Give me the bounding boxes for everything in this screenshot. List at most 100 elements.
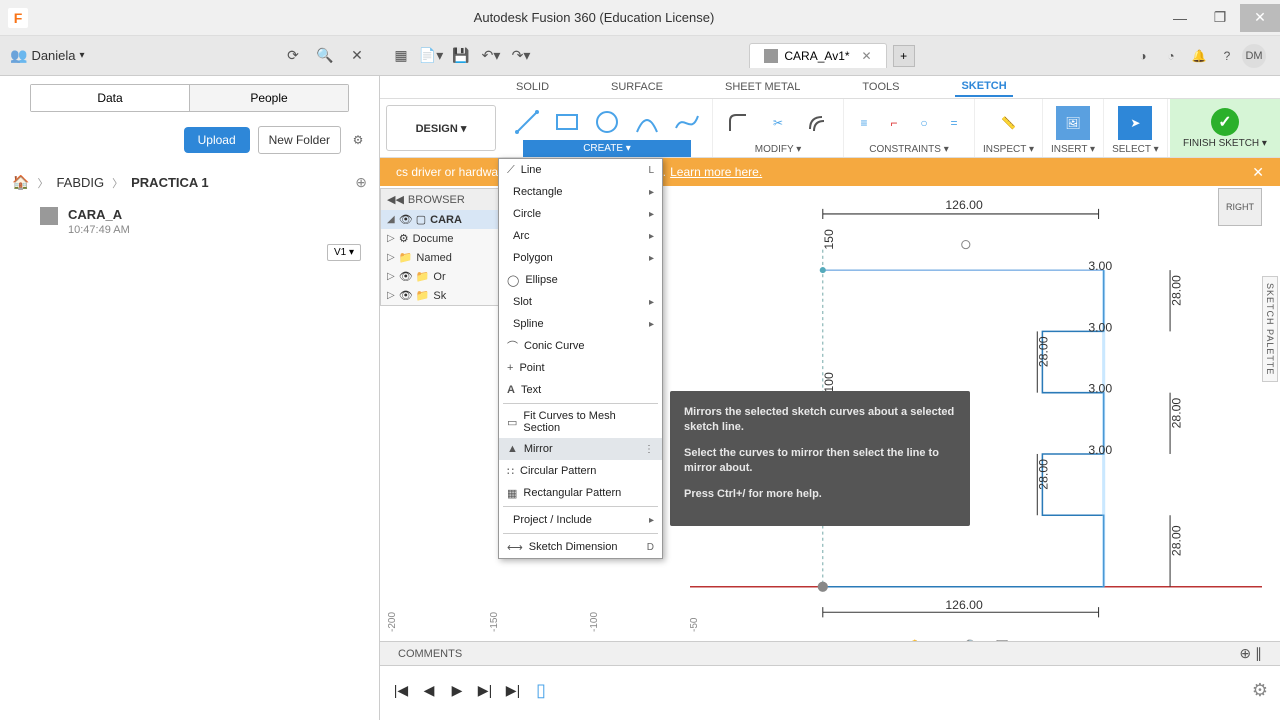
ruler: -200 -150 -100 -50: [380, 608, 1280, 632]
tangent-constraint-icon[interactable]: ○: [912, 111, 936, 135]
comments-bar[interactable]: COMMENTS ⊕ ∥: [380, 641, 1280, 666]
rectangle-tool-icon[interactable]: [550, 105, 584, 139]
help-icon[interactable]: ?: [1214, 43, 1240, 69]
minimize-button[interactable]: —: [1160, 4, 1200, 32]
menu-project-include[interactable]: Project / Include▸: [499, 509, 662, 531]
undo-icon[interactable]: ↶▾: [478, 43, 504, 69]
fillet-tool-icon[interactable]: [721, 106, 755, 140]
tab-tools[interactable]: TOOLS: [856, 78, 905, 96]
arc-tool-icon[interactable]: [630, 105, 664, 139]
menu-arc[interactable]: Arc▸: [499, 225, 662, 247]
comments-label: COMMENTS: [398, 648, 462, 660]
refresh-icon[interactable]: ⟳: [280, 43, 306, 69]
seg-people[interactable]: People: [189, 85, 348, 111]
timeline-settings-icon[interactable]: ⚙: [1252, 680, 1268, 701]
close-button[interactable]: ✕: [1240, 4, 1280, 32]
menu-polygon[interactable]: Polygon▸: [499, 247, 662, 269]
upload-button[interactable]: Upload: [184, 127, 250, 153]
equal-constraint-icon[interactable]: =: [942, 111, 966, 135]
breadcrumb-lvl2[interactable]: PRACTICA 1: [131, 175, 209, 190]
browser-item[interactable]: ▷ 👁 📁 Sk: [381, 286, 499, 305]
constraints-label[interactable]: CONSTRAINTS ▾: [869, 142, 948, 157]
grid-icon[interactable]: ▦: [388, 43, 414, 69]
menu-point[interactable]: +Point: [499, 357, 662, 379]
sketch-palette-tab[interactable]: SKETCH PALETTE: [1262, 276, 1278, 382]
browser-root[interactable]: ◢👁 ▢ CARA: [381, 210, 499, 229]
tab-solid[interactable]: SOLID: [510, 78, 555, 96]
file-time: 10:47:49 AM: [68, 224, 130, 236]
measure-tool-icon[interactable]: 📏: [991, 106, 1025, 140]
doc-tab[interactable]: CARA_Av1* ✕: [749, 43, 886, 68]
browser-header[interactable]: ◀◀ BROWSER: [381, 189, 499, 210]
menu-ellipse[interactable]: ◯Ellipse: [499, 269, 662, 291]
menu-spline[interactable]: Spline▸: [499, 313, 662, 335]
extensions-icon[interactable]: ◑: [1130, 43, 1156, 69]
file-item[interactable]: CARA_A 10:47:49 AM: [0, 199, 379, 244]
job-status-icon[interactable]: ◔: [1158, 43, 1184, 69]
data-panel: Data People Upload New Folder ⚙ 🏠 〉 FABD…: [0, 76, 380, 720]
trim-tool-icon[interactable]: ✂: [761, 106, 795, 140]
finish-sketch-button[interactable]: ✓ FINISH SKETCH ▾: [1170, 99, 1280, 157]
breadcrumb-lvl1[interactable]: FABDIG: [56, 175, 104, 190]
create-label[interactable]: CREATE ▾: [523, 140, 691, 157]
share-icon[interactable]: ⊕: [355, 174, 367, 191]
menu-mirror[interactable]: ▲Mirror⋮: [499, 438, 662, 460]
seg-data[interactable]: Data: [31, 85, 189, 111]
menu-circle[interactable]: Circle▸: [499, 203, 662, 225]
menu-conic[interactable]: ⌒Conic Curve: [499, 335, 662, 357]
search-icon[interactable]: 🔍: [312, 43, 338, 69]
tab-sketch[interactable]: SKETCH: [955, 77, 1012, 97]
canvas-area[interactable]: SOLID SURFACE SHEET METAL TOOLS SKETCH D…: [380, 76, 1280, 720]
browser-item[interactable]: ▷ 👁 📁 Or: [381, 267, 499, 286]
menu-sketch-dimension[interactable]: ⟷Sketch DimensionD: [499, 536, 662, 558]
offset-tool-icon[interactable]: [801, 106, 835, 140]
panel-settings-icon[interactable]: ⚙: [349, 131, 367, 149]
menu-slot[interactable]: Slot▸: [499, 291, 662, 313]
version-badge[interactable]: V1 ▾: [327, 244, 361, 261]
tab-surface[interactable]: SURFACE: [605, 78, 669, 96]
doc-tab-close-icon[interactable]: ✕: [862, 49, 872, 63]
team-dropdown[interactable]: Daniela ▾: [10, 47, 85, 64]
insert-image-icon[interactable]: 🖼: [1056, 106, 1090, 140]
modify-label[interactable]: MODIFY ▾: [755, 142, 802, 157]
user-avatar[interactable]: DM: [1242, 44, 1266, 68]
browser-item[interactable]: ▷ ⚙ Docume: [381, 229, 499, 248]
browser-item[interactable]: ▷ 📁 Named: [381, 248, 499, 267]
select-tool-icon[interactable]: ➤: [1118, 106, 1152, 140]
home-icon[interactable]: 🏠: [12, 174, 29, 191]
inspect-label[interactable]: INSPECT ▾: [983, 142, 1034, 157]
notifications-icon[interactable]: 🔔: [1186, 43, 1212, 69]
warning-close-icon[interactable]: ✕: [1252, 164, 1264, 181]
line-tool-icon[interactable]: [510, 105, 544, 139]
spline-tool-icon[interactable]: [670, 105, 704, 139]
timeline-prev-icon[interactable]: ◀: [420, 681, 438, 699]
redo-icon[interactable]: ↷▾: [508, 43, 534, 69]
menu-line[interactable]: ⟋LineL: [499, 159, 662, 181]
select-label[interactable]: SELECT ▾: [1112, 142, 1159, 157]
panel-close-icon[interactable]: ✕: [344, 43, 370, 69]
save-icon[interactable]: 💾: [448, 43, 474, 69]
warning-link[interactable]: Learn more here.: [670, 165, 762, 179]
menu-text[interactable]: AText: [499, 379, 662, 401]
insert-label[interactable]: INSERT ▾: [1051, 142, 1095, 157]
timeline-feature-icon[interactable]: ▯: [532, 681, 550, 699]
timeline-next-icon[interactable]: ▶|: [476, 681, 494, 699]
timeline-first-icon[interactable]: |◀: [392, 681, 410, 699]
perpendicular-constraint-icon[interactable]: ⌐: [882, 111, 906, 135]
file-menu-icon[interactable]: 📄▾: [418, 43, 444, 69]
new-folder-button[interactable]: New Folder: [258, 126, 341, 154]
toolbar-row: Daniela ▾ ⟳ 🔍 ✕ ▦ 📄▾ 💾 ↶▾ ↷▾ CARA_Av1* ✕…: [0, 36, 1280, 76]
circle-tool-icon[interactable]: [590, 105, 624, 139]
menu-fit-curves[interactable]: ▭Fit Curves to Mesh Section: [499, 406, 662, 438]
timeline-last-icon[interactable]: ▶|: [504, 681, 522, 699]
workspace-switch[interactable]: DESIGN ▾: [386, 105, 496, 151]
menu-circular-pattern[interactable]: ∷Circular Pattern: [499, 460, 662, 482]
tab-sheetmetal[interactable]: SHEET METAL: [719, 78, 806, 96]
add-comment-icon[interactable]: ⊕ ∥: [1239, 645, 1262, 662]
menu-rectangle[interactable]: Rectangle▸: [499, 181, 662, 203]
horizontal-constraint-icon[interactable]: ≡: [852, 111, 876, 135]
timeline-play-icon[interactable]: ▶: [448, 681, 466, 699]
new-tab-button[interactable]: +: [893, 45, 915, 67]
menu-rectangular-pattern[interactable]: ▦Rectangular Pattern: [499, 482, 662, 504]
maximize-button[interactable]: ❐: [1200, 4, 1240, 32]
